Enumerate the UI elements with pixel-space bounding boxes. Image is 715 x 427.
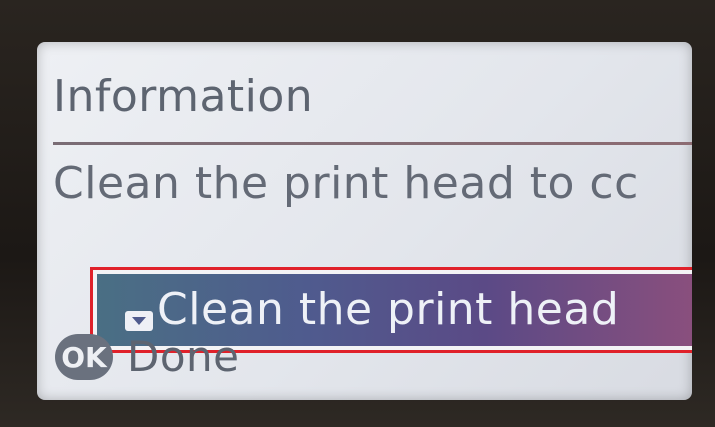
ok-button-icon: OK — [55, 334, 113, 380]
done-label: Done — [127, 332, 240, 381]
clean-print-head-label: Clean the print head — [157, 284, 620, 335]
title-divider — [53, 142, 692, 145]
printer-control-panel: Information Clean the print head to cc C… — [0, 0, 715, 427]
screen-title: Information — [53, 71, 314, 122]
ok-done-hint: OK Done — [55, 332, 240, 382]
down-arrow-icon — [125, 311, 153, 331]
lcd-screen: Information Clean the print head to cc C… — [37, 42, 692, 400]
info-message: Clean the print head to cc — [53, 158, 639, 209]
